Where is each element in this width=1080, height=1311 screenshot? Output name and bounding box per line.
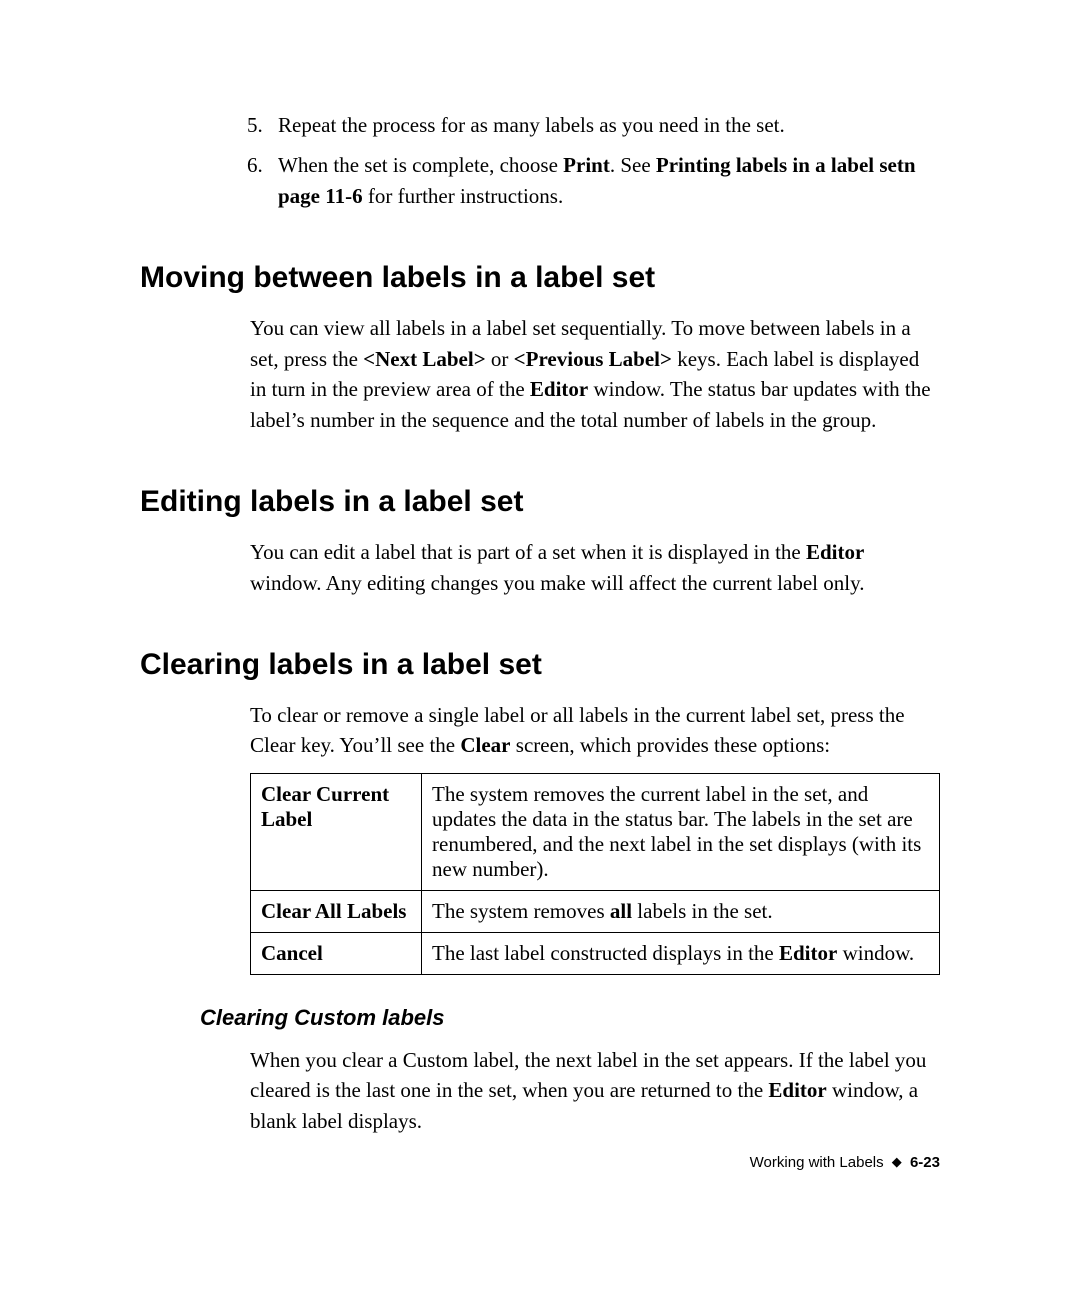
clearing-intro: To clear or remove a single label or all… bbox=[250, 700, 940, 761]
moving-body: You can view all labels in a label set s… bbox=[250, 313, 940, 435]
moving-paragraph: You can view all labels in a label set s… bbox=[250, 313, 940, 435]
table-row: Cancel The last label constructed displa… bbox=[251, 932, 940, 974]
option-clear-all-labels: Clear All Labels bbox=[251, 890, 422, 932]
clear-screen-ref: Clear bbox=[460, 733, 510, 757]
steps-continuation: Repeat the process for as many labels as… bbox=[250, 110, 940, 211]
step-5-text: Repeat the process for as many labels as… bbox=[278, 113, 785, 137]
page-footer: Working with Labels ◆ 6-23 bbox=[750, 1154, 940, 1171]
subheading-clearing-custom-labels: Clearing Custom labels bbox=[200, 1005, 940, 1031]
heading-moving-between-labels: Moving between labels in a label set bbox=[140, 261, 940, 295]
option-cancel-desc: The last label constructed displays in t… bbox=[422, 932, 940, 974]
clearing-custom-paragraph: When you clear a Custom label, the next … bbox=[250, 1045, 940, 1136]
clearing-body: To clear or remove a single label or all… bbox=[250, 700, 940, 975]
table-row: Clear All Labels The system removes all … bbox=[251, 890, 940, 932]
step-5: Repeat the process for as many labels as… bbox=[268, 110, 940, 140]
clear-options-table: Clear Current Label The system removes t… bbox=[250, 773, 940, 975]
footer-section: Working with Labels bbox=[750, 1154, 884, 1171]
document-page: Repeat the process for as many labels as… bbox=[0, 0, 1080, 1311]
key-previous-label: <Previous Label> bbox=[514, 347, 672, 371]
step-6-suffix: for further instructions. bbox=[363, 184, 564, 208]
table-row: Clear Current Label The system removes t… bbox=[251, 773, 940, 890]
step-6-prefix: When the set is complete, choose bbox=[278, 153, 563, 177]
editor-ref: Editor bbox=[530, 377, 588, 401]
heading-editing-labels: Editing labels in a label set bbox=[140, 485, 940, 519]
diamond-icon: ◆ bbox=[892, 1154, 902, 1169]
editing-body: You can edit a label that is part of a s… bbox=[250, 537, 940, 598]
editor-ref: Editor bbox=[806, 540, 864, 564]
editor-ref: Editor bbox=[779, 941, 837, 965]
option-clear-current-label: Clear Current Label bbox=[251, 773, 422, 890]
step-6-print: Print bbox=[563, 153, 610, 177]
heading-clearing-labels: Clearing labels in a label set bbox=[140, 648, 940, 682]
option-clear-all-desc: The system removes all labels in the set… bbox=[422, 890, 940, 932]
editing-paragraph: You can edit a label that is part of a s… bbox=[250, 537, 940, 598]
clearing-custom-body: When you clear a Custom label, the next … bbox=[250, 1045, 940, 1136]
step-6: When the set is complete, choose Print. … bbox=[268, 150, 940, 211]
key-next-label: <Next Label> bbox=[363, 347, 486, 371]
footer-page-number: 6-23 bbox=[910, 1154, 940, 1171]
option-clear-current-desc: The system removes the current label in … bbox=[422, 773, 940, 890]
editor-ref: Editor bbox=[768, 1078, 826, 1102]
step-6-middle: . See bbox=[610, 153, 656, 177]
option-cancel: Cancel bbox=[251, 932, 422, 974]
